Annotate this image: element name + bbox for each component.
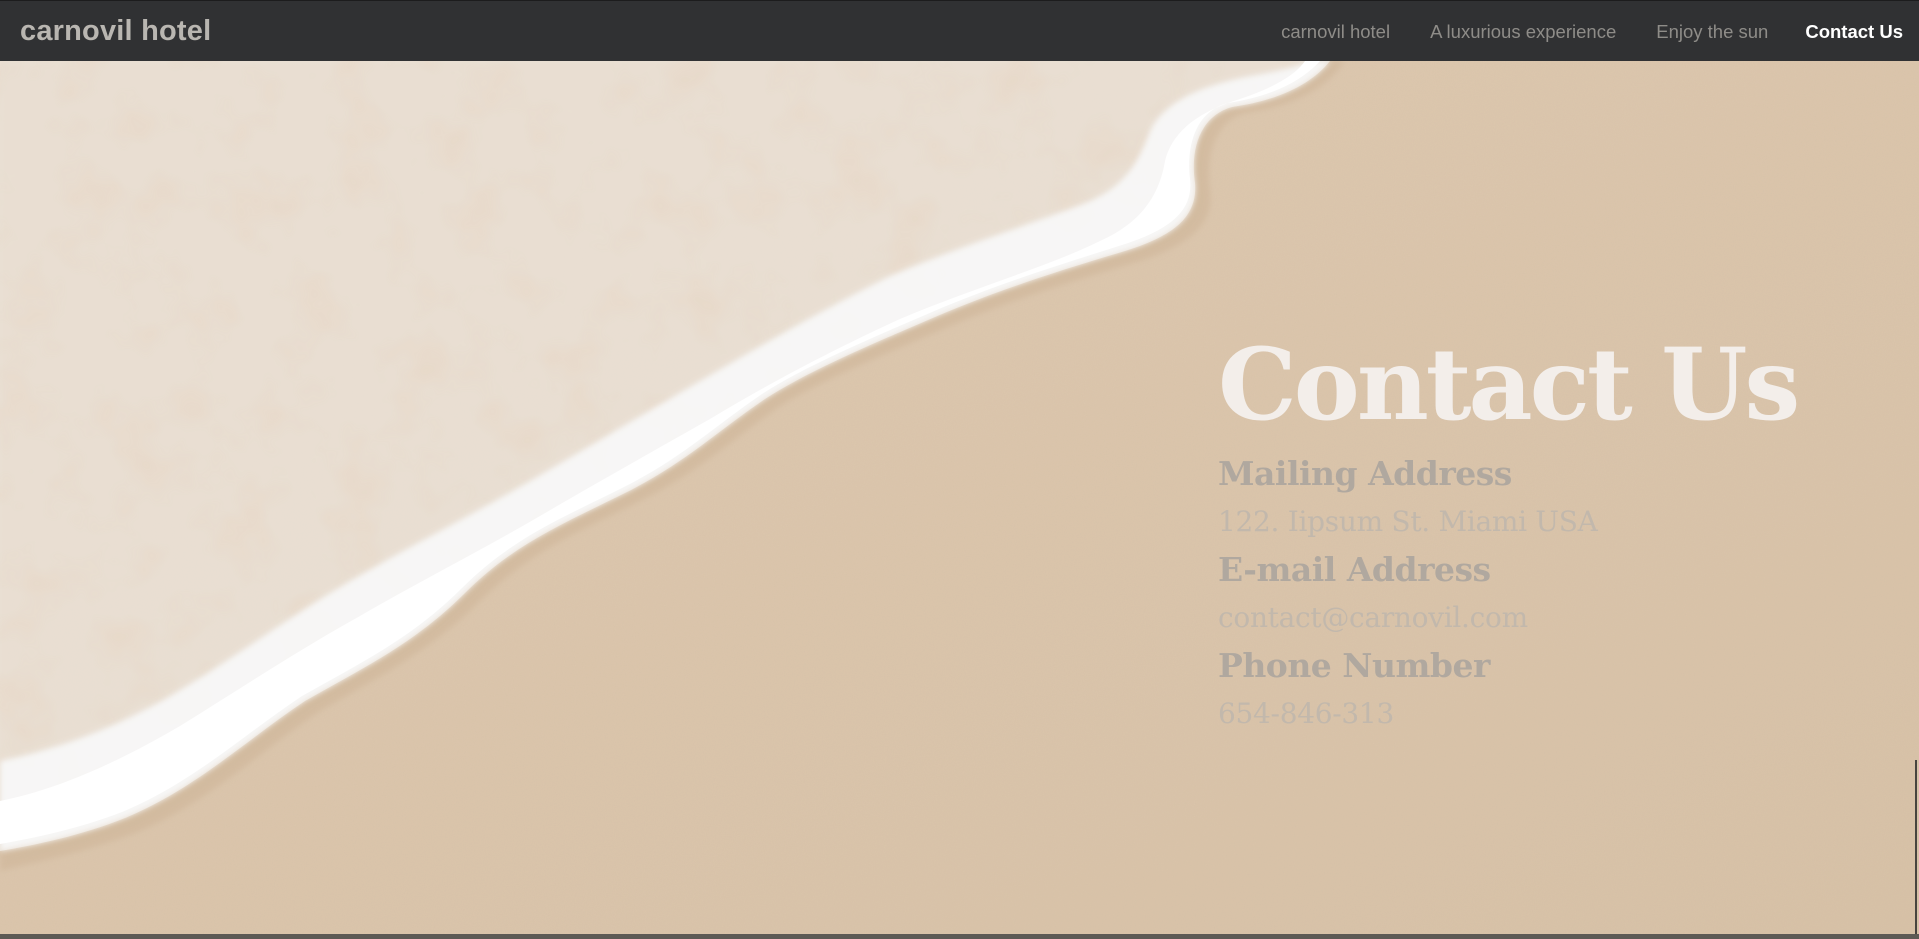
contact-title: Contact Us: [1218, 327, 1800, 443]
brand-link[interactable]: carnovil hotel: [20, 14, 211, 48]
bottom-border: [0, 934, 1919, 939]
nav-link-enjoy-the-sun[interactable]: Enjoy the sun: [1656, 21, 1768, 43]
email-address-value: contact@carnovil.com: [1218, 601, 1528, 634]
mailing-address-value: 122. Iipsum St. Miami USA: [1218, 505, 1598, 538]
nav-link-luxurious-experience[interactable]: A luxurious experience: [1430, 21, 1616, 43]
mailing-address-heading: Mailing Address: [1218, 454, 1512, 493]
email-address-heading: E-mail Address: [1218, 550, 1491, 589]
scrollbar-indicator[interactable]: [1915, 760, 1917, 935]
nav-link-contact-us[interactable]: Contact Us: [1805, 21, 1903, 43]
contact-section: Contact Us Mailing Address 122. Iipsum S…: [1218, 320, 1800, 738]
phone-number-value: 654-846-313: [1218, 697, 1394, 730]
nav-links: carnovil hotel A luxurious experience En…: [1281, 1, 1903, 62]
navbar: carnovil hotel carnovil hotel A luxuriou…: [0, 0, 1919, 61]
nav-link-carnovil-hotel[interactable]: carnovil hotel: [1281, 21, 1390, 43]
phone-number-heading: Phone Number: [1218, 646, 1490, 685]
page: carnovil hotel carnovil hotel A luxuriou…: [0, 0, 1919, 939]
